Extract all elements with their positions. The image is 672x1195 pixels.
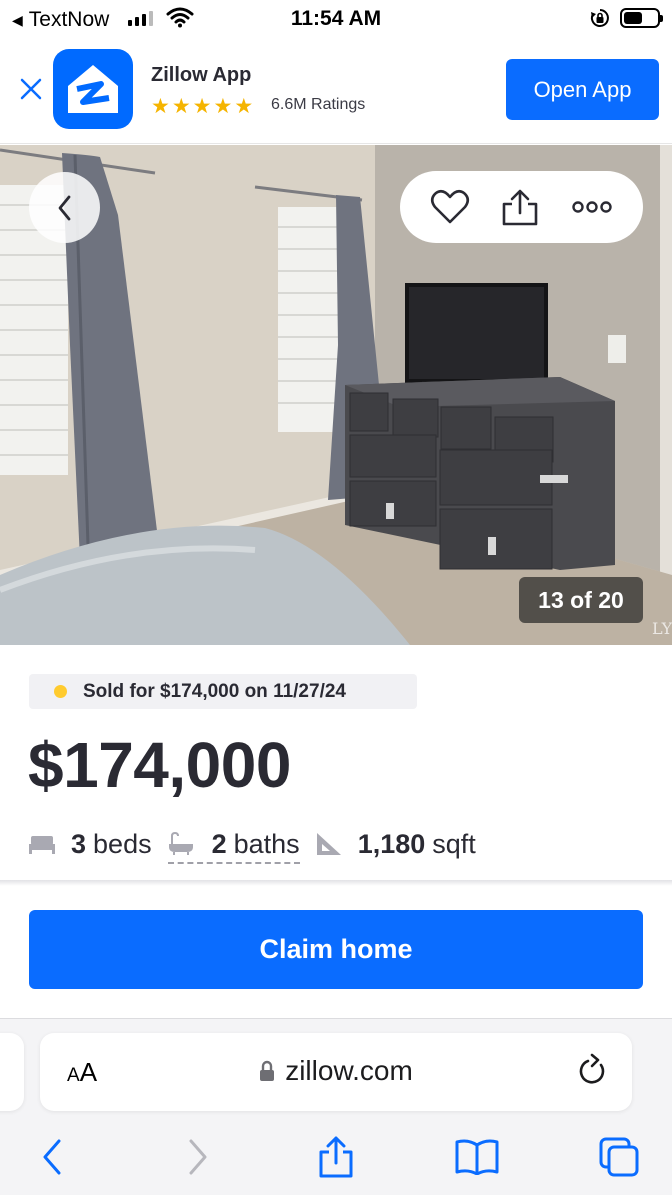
- smart-app-banner: Zillow App ★ ★ ★ ★ ★ 6.6M Ratings Open A…: [0, 38, 672, 144]
- photo-counter: 13 of 20: [519, 577, 643, 623]
- claim-home-button[interactable]: Claim home: [29, 910, 643, 989]
- more-icon[interactable]: [572, 187, 612, 227]
- beds-value: 3: [71, 828, 87, 859]
- section-divider: [0, 880, 672, 886]
- photo-watermark: LY: [652, 619, 672, 638]
- share-icon[interactable]: [500, 187, 540, 227]
- listing-photo[interactable]: 13 of 20 LY: [0, 145, 672, 645]
- open-app-button[interactable]: Open App: [506, 59, 659, 120]
- status-badge: Sold for $174,000 on 11/27/24: [29, 674, 417, 709]
- photo-back-button[interactable]: [29, 172, 100, 243]
- url-domain: zillow.com: [285, 1055, 413, 1086]
- listing-price: $174,000: [28, 729, 291, 801]
- browser-toolbar: AA zillow.com: [0, 1018, 672, 1195]
- bookmarks-button[interactable]: [453, 1135, 501, 1179]
- fact-baths[interactable]: 2 baths: [167, 825, 300, 864]
- photo-actions-bar: [400, 171, 643, 243]
- address-bar[interactable]: AA zillow.com: [40, 1033, 632, 1111]
- rating-stars: ★ ★ ★ ★ ★: [151, 94, 253, 119]
- lock-icon: [260, 1060, 275, 1081]
- close-icon[interactable]: [16, 74, 46, 104]
- star-icon: ★: [192, 95, 212, 118]
- baths-value: 2: [211, 828, 227, 859]
- heart-icon[interactable]: [430, 187, 470, 227]
- chevron-left-icon: [58, 195, 70, 220]
- baths-label: baths: [233, 828, 300, 859]
- chevron-left-icon: [43, 1139, 61, 1175]
- book-icon: [455, 1139, 499, 1175]
- browser-back-button[interactable]: [28, 1135, 76, 1179]
- sqft-value: 1,180: [357, 828, 426, 859]
- rotation-lock-icon: [590, 9, 609, 27]
- battery-icon: [620, 8, 663, 28]
- share-icon: [319, 1136, 353, 1178]
- sqft-label: sqft: [432, 828, 476, 859]
- star-icon: ★: [151, 95, 170, 118]
- browser-forward-button[interactable]: [174, 1135, 222, 1179]
- tabs-icon: [599, 1137, 639, 1177]
- chevron-right-icon: [189, 1139, 207, 1175]
- fact-sqft: 1,180 sqft: [316, 829, 476, 860]
- bed-icon: [29, 834, 55, 854]
- area-ruler-icon: [316, 832, 342, 856]
- fact-beds: 3 beds: [29, 829, 152, 860]
- status-dot-icon: [54, 685, 67, 698]
- ratings-count: 6.6M Ratings: [271, 96, 366, 113]
- bathtub-icon: [168, 832, 194, 856]
- clock: 11:54 AM: [290, 7, 382, 30]
- browser-share-button[interactable]: [312, 1135, 360, 1179]
- sold-text: Sold for $174,000 on 11/27/24: [83, 680, 346, 702]
- app-name: Zillow App: [151, 64, 252, 86]
- beds-label: beds: [93, 828, 152, 859]
- zillow-logo-icon[interactable]: [53, 49, 133, 129]
- home-facts: 3 beds 2 baths 1,180 sqft: [29, 824, 476, 864]
- status-bar: ◀ TextNow 11:54 AM: [0, 0, 672, 38]
- previous-tab-preview[interactable]: [0, 1033, 24, 1111]
- tabs-button[interactable]: [595, 1135, 643, 1179]
- reload-icon[interactable]: [576, 1053, 610, 1089]
- star-icon: ★: [171, 95, 191, 118]
- star-icon: ★: [213, 95, 233, 118]
- battery-level: [624, 12, 642, 24]
- star-icon: ★: [234, 95, 254, 118]
- url-display[interactable]: zillow.com: [40, 1055, 632, 1087]
